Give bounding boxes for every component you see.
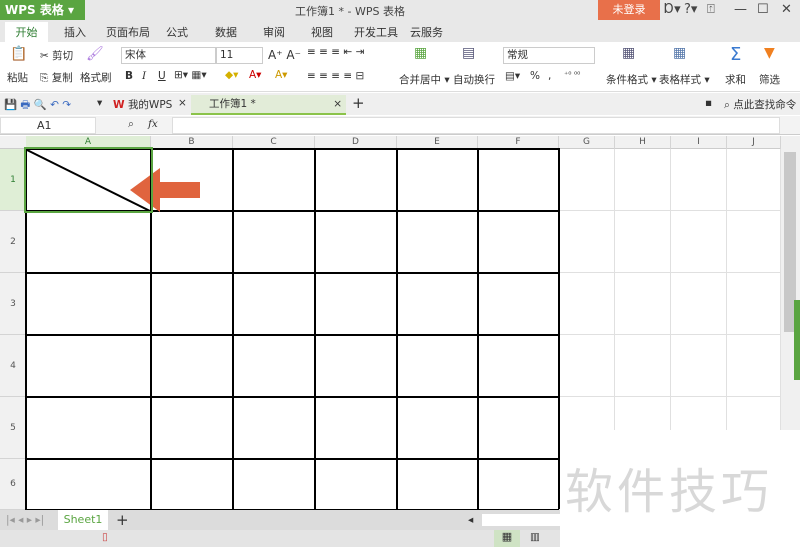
macro-icon[interactable]: ▯ bbox=[102, 531, 108, 543]
sheet-nav-icons[interactable]: |◂ ◂ ▸ ▸| bbox=[6, 514, 44, 526]
add-sheet-button[interactable]: + bbox=[116, 511, 129, 529]
normal-view-icon[interactable]: ▦ bbox=[494, 530, 520, 547]
page-view-icon[interactable]: ▥ bbox=[530, 531, 540, 543]
watermark: 软件技巧 bbox=[565, 464, 774, 520]
status-bar: ▯ ▦ ▥ bbox=[0, 530, 560, 547]
hscroll-left[interactable]: ◂ bbox=[468, 514, 473, 526]
sheet-tab[interactable]: Sheet1 bbox=[58, 510, 108, 530]
sheet-bar: |◂ ◂ ▸ ▸| Sheet1 + ◂ bbox=[0, 510, 560, 530]
horizontal-scrollbar[interactable] bbox=[482, 514, 560, 526]
cell-A1[interactable] bbox=[23, 146, 153, 213]
